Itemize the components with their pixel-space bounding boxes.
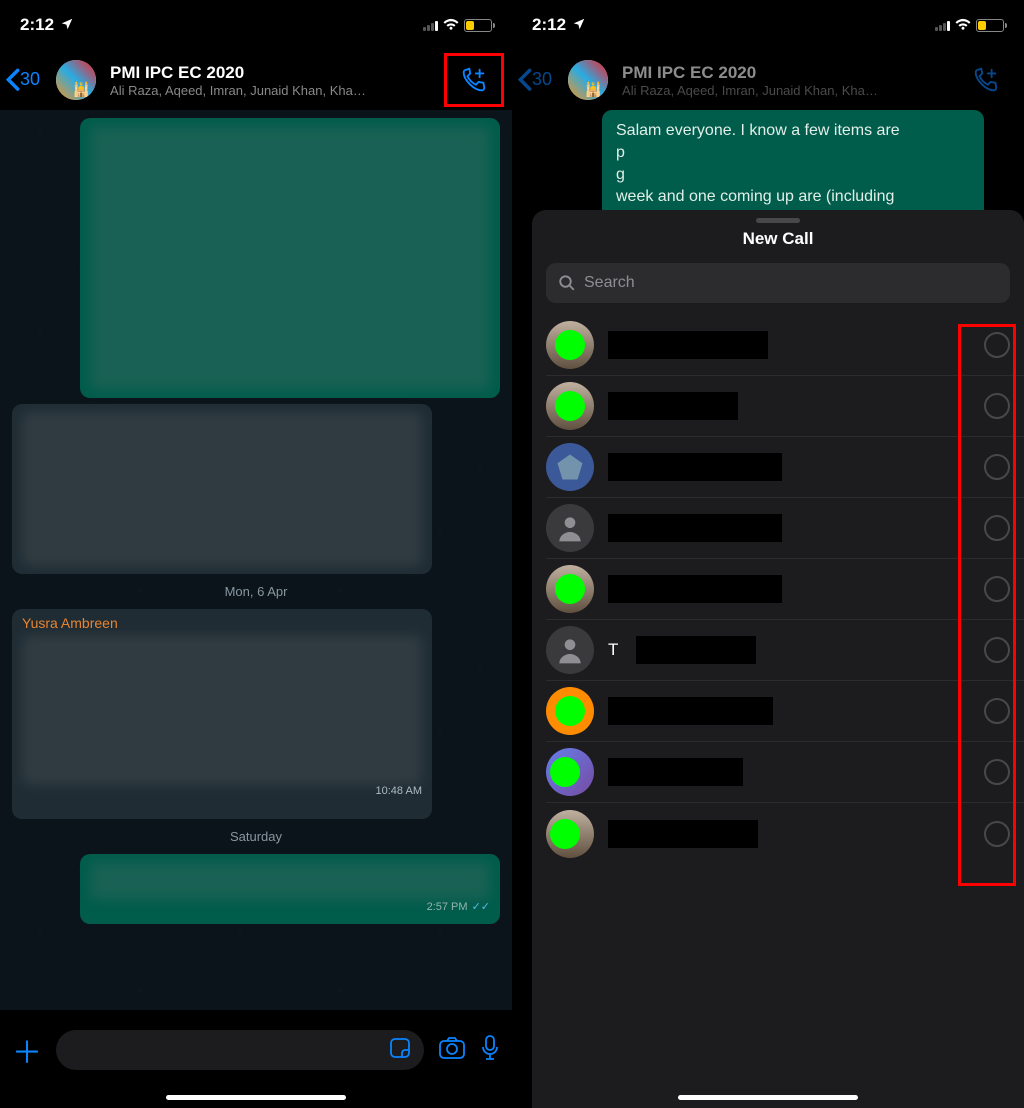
contact-row[interactable] (546, 803, 1024, 864)
contact-avatar (546, 504, 594, 552)
call-button[interactable] (444, 53, 504, 107)
battery-icon (976, 19, 1004, 32)
contact-avatar (546, 565, 594, 613)
screenshot-right: 2:12 30 🕌 PMI IPC EC 2020 Ali Raza, Aqee… (512, 0, 1024, 1108)
status-time: 2:12 (20, 15, 54, 35)
back-button[interactable]: 30 (512, 68, 558, 91)
chat-title-block[interactable]: PMI IPC EC 2020 Ali Raza, Aqeed, Imran, … (614, 63, 950, 98)
chat-header: 30 🕌 PMI IPC EC 2020 Ali Raza, Aqeed, Im… (0, 50, 512, 110)
contact-name (608, 820, 758, 848)
chat-members: Ali Raza, Aqeed, Imran, Junaid Khan, Kha… (622, 83, 950, 98)
contact-name (608, 697, 773, 725)
sheet-handle[interactable] (756, 218, 800, 223)
search-input[interactable]: Search (546, 263, 1010, 303)
contact-row[interactable] (546, 498, 1024, 559)
search-placeholder: Search (584, 274, 635, 292)
mic-button[interactable] (480, 1034, 500, 1067)
status-bar: 2:12 (0, 0, 512, 50)
sheet-title: New Call (532, 229, 1024, 249)
status-bar: 2:12 (512, 0, 1024, 50)
contact-avatar (546, 810, 594, 858)
wifi-icon (954, 16, 972, 35)
chat-title-block[interactable]: PMI IPC EC 2020 Ali Raza, Aqeed, Imran, … (102, 63, 438, 98)
message-time: 10:48 AM (22, 785, 422, 797)
screenshot-left: 2:12 30 🕌 PMI IPC EC 2020 Ali Raza, Aqee… (0, 0, 512, 1108)
cellular-icon (935, 19, 950, 31)
contact-name (608, 758, 743, 786)
contact-avatar (546, 382, 594, 430)
contact-avatar (546, 321, 594, 369)
message-in-with-sender[interactable]: Yusra Ambreen 10:48 AM (12, 609, 432, 819)
back-count: 30 (20, 69, 40, 90)
message-out[interactable] (80, 118, 500, 398)
search-icon (558, 274, 576, 292)
call-button[interactable] (956, 53, 1016, 107)
status-time: 2:12 (532, 15, 566, 35)
chat-title: PMI IPC EC 2020 (622, 63, 950, 83)
contact-initial: T (608, 640, 622, 660)
contact-name (608, 575, 782, 603)
contact-row[interactable]: T (546, 620, 1024, 681)
message-input[interactable] (56, 1030, 424, 1070)
contact-avatar (546, 626, 594, 674)
message-out[interactable]: 2:57 PM ✓✓ (80, 854, 500, 924)
home-indicator[interactable] (678, 1095, 858, 1100)
contact-row[interactable] (546, 376, 1024, 437)
group-avatar[interactable]: 🕌 (568, 60, 608, 100)
new-call-sheet: New Call Search (532, 210, 1024, 1108)
battery-icon (464, 19, 492, 32)
chat-header: 30 🕌 PMI IPC EC 2020 Ali Raza, Aqeed, Im… (512, 50, 1024, 110)
contact-row[interactable] (546, 315, 1024, 376)
sticker-icon[interactable] (388, 1036, 412, 1065)
contact-name (608, 331, 768, 359)
cellular-icon (423, 19, 438, 31)
contact-name (608, 514, 782, 542)
contact-row[interactable] (546, 742, 1024, 803)
wifi-icon (442, 16, 460, 35)
location-icon (60, 17, 74, 34)
date-divider: Saturday (0, 829, 512, 844)
back-button[interactable]: 30 (0, 68, 46, 91)
contact-row[interactable] (546, 559, 1024, 620)
group-avatar[interactable]: 🕌 (56, 60, 96, 100)
contact-list[interactable]: T (532, 315, 1024, 1108)
sender-name: Yusra Ambreen (22, 615, 422, 631)
attach-button[interactable]: ＋ (12, 1028, 42, 1072)
contact-row[interactable] (546, 437, 1024, 498)
chat-title: PMI IPC EC 2020 (110, 63, 438, 83)
location-icon (572, 17, 586, 34)
message-time: 2:57 PM ✓✓ (90, 900, 490, 913)
date-divider: Mon, 6 Apr (0, 584, 512, 599)
chat-members: Ali Raza, Aqeed, Imran, Junaid Khan, Kha… (110, 83, 438, 98)
contact-row[interactable] (546, 681, 1024, 742)
home-indicator[interactable] (166, 1095, 346, 1100)
contact-name (636, 636, 756, 664)
compose-bar: ＋ (0, 1020, 512, 1080)
contact-name (608, 453, 782, 481)
message-in[interactable] (12, 404, 432, 574)
contact-avatar (546, 687, 594, 735)
chat-body[interactable]: Mon, 6 Apr Yusra Ambreen 10:48 AM Saturd… (0, 110, 512, 1010)
camera-button[interactable] (438, 1036, 466, 1065)
contact-avatar (546, 443, 594, 491)
contact-avatar (546, 748, 594, 796)
contact-name (608, 392, 738, 420)
highlight-annotation (958, 324, 1016, 886)
read-receipt-icon: ✓✓ (472, 900, 490, 913)
back-count: 30 (532, 69, 552, 90)
